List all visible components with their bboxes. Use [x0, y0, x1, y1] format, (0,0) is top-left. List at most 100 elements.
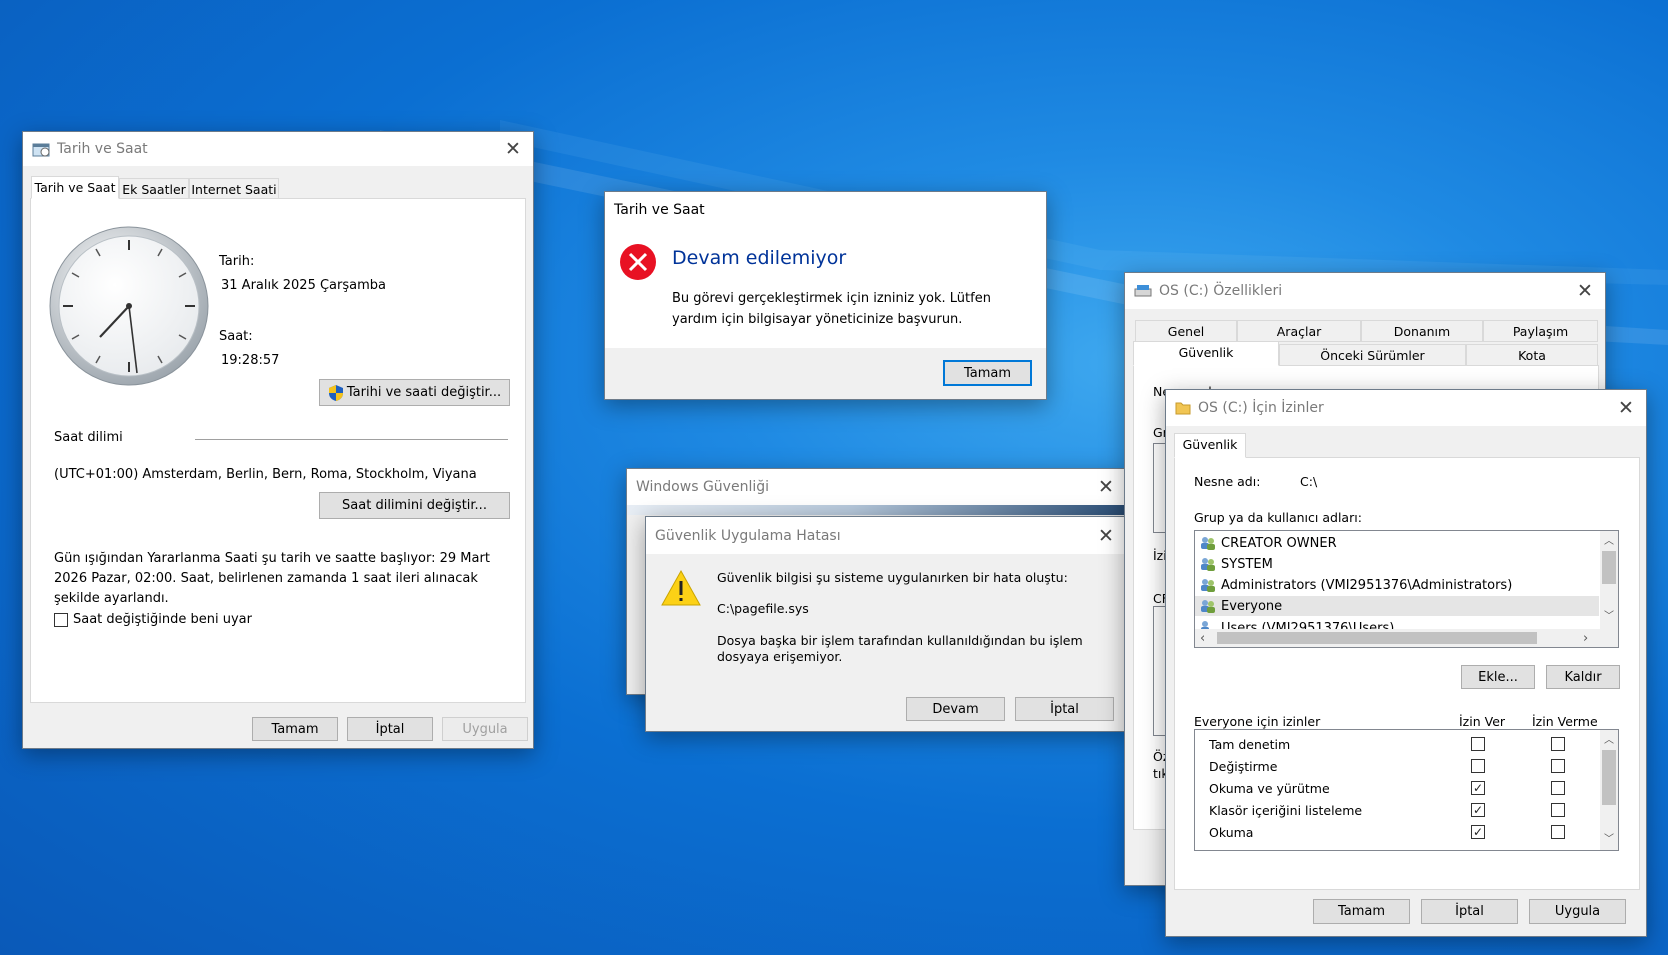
tab-tools[interactable]: Araçlar	[1237, 320, 1361, 342]
object-name-label: Nesne adı:	[1194, 474, 1261, 489]
deny-checkbox[interactable]	[1551, 759, 1565, 773]
permissions-cancel-button[interactable]: İptal	[1421, 899, 1518, 924]
error-message-line1: Bu görevi gerçekleştirmek için izniniz y…	[672, 291, 991, 306]
notify-checkbox-label: Saat değiştiğinde beni uyar	[73, 612, 252, 627]
permissions-ok-button[interactable]: Tamam	[1313, 899, 1410, 924]
tab-security-permissions[interactable]: Güvenlik	[1174, 433, 1246, 458]
dst-info-line1: Gün ışığından Yararlanma Saati şu tarih …	[54, 551, 490, 566]
permission-list-vscrollbar[interactable]: ︿ ﹀	[1600, 730, 1618, 850]
tab-additional-clocks[interactable]: Ek Saatler	[119, 178, 189, 199]
timezone-value: (UTC+01:00) Amsterdam, Berlin, Bern, Rom…	[54, 467, 477, 482]
scroll-left-icon[interactable]: ‹	[1200, 631, 1205, 646]
tab-sharing[interactable]: Paylaşım	[1483, 320, 1598, 342]
analog-clock-icon	[49, 226, 209, 386]
deny-column-header: İzin Verme	[1532, 714, 1598, 729]
notify-checkbox[interactable]	[54, 613, 68, 627]
datetime-tab-panel: Tarih: 31 Aralık 2025 Çarşamba Saat: 19:…	[30, 198, 526, 703]
scroll-up-icon[interactable]: ︿	[1604, 731, 1614, 746]
allow-column-header: İzin Ver	[1459, 714, 1506, 729]
scroll-down-icon[interactable]: ﹀	[1604, 830, 1614, 845]
list-item-selected[interactable]: Everyone	[1195, 596, 1599, 616]
windows-security-titlebar: Windows Güvenliği ✕	[627, 469, 1126, 505]
table-row: Klasör içeriğini listeleme ✓	[1195, 800, 1595, 820]
add-button[interactable]: Ekle...	[1461, 665, 1535, 689]
scroll-thumb[interactable]	[1602, 551, 1616, 584]
table-row: Tam denetim	[1195, 734, 1595, 754]
deny-checkbox[interactable]	[1551, 737, 1565, 751]
permissions-apply-button[interactable]: Uygula	[1529, 899, 1626, 924]
tab-previous-versions[interactable]: Önceki Sürümler	[1279, 344, 1466, 366]
apply-button[interactable]: Uygula	[442, 717, 528, 741]
security-error-title: Güvenlik Uygulama Hatası	[655, 527, 841, 544]
uac-shield-icon	[328, 384, 343, 401]
user-list[interactable]: CREATOR OWNER SYSTEM Administrators (VMI…	[1194, 530, 1619, 648]
list-item[interactable]: Administrators (VMI2951376\Administrator…	[1199, 575, 1512, 595]
permission-name: Klasör içeriğini listeleme	[1209, 803, 1363, 818]
hscroll-thumb[interactable]	[1217, 632, 1537, 644]
error-ok-button[interactable]: Tamam	[943, 360, 1032, 386]
scroll-thumb[interactable]	[1602, 750, 1616, 805]
drive-properties-titlebar: OS (C:) Özellikleri ✕	[1125, 273, 1605, 309]
change-datetime-button[interactable]: Tarihi ve saati değiştir...	[319, 379, 510, 406]
security-error-titlebar: Güvenlik Uygulama Hatası ✕	[646, 517, 1126, 554]
permission-name: Değiştirme	[1209, 759, 1278, 774]
scroll-down-icon[interactable]: ﹀	[1604, 607, 1614, 622]
list-item[interactable]: SYSTEM	[1199, 554, 1273, 574]
deny-checkbox[interactable]	[1551, 781, 1565, 795]
allow-checkbox[interactable]	[1471, 737, 1485, 751]
close-icon[interactable]: ✕	[1086, 517, 1126, 554]
user-name: CREATOR OWNER	[1221, 535, 1337, 551]
deny-checkbox[interactable]	[1551, 803, 1565, 817]
remove-button[interactable]: Kaldır	[1546, 665, 1620, 689]
cancel-button[interactable]: İptal	[347, 717, 433, 741]
tab-internet-time[interactable]: Internet Saati	[189, 178, 279, 199]
list-item[interactable]: Users (VMI2951376\Users)	[1199, 617, 1394, 629]
close-icon[interactable]: ✕	[493, 132, 533, 166]
close-icon[interactable]: ✕	[1606, 390, 1646, 426]
tab-hardware[interactable]: Donanım	[1361, 320, 1483, 342]
date-label: Tarih:	[219, 254, 255, 269]
tab-date-time[interactable]: Tarih ve Saat	[31, 176, 119, 199]
security-error-line3: dosyaya erişemiyor.	[717, 649, 843, 664]
security-error-line2: Dosya başka bir işlem tarafından kullanı…	[717, 633, 1083, 648]
windows-security-banner	[627, 505, 1126, 515]
datetime-titlebar: Tarih ve Saat ✕	[23, 132, 533, 166]
permissions-window: OS (C:) İçin İzinler ✕ Güvenlik Nesne ad…	[1165, 389, 1647, 937]
scroll-right-icon[interactable]: ›	[1583, 631, 1588, 646]
table-row: Değiştirme	[1195, 756, 1595, 776]
allow-checkbox[interactable]: ✓	[1471, 781, 1485, 795]
user-name: Administrators (VMI2951376\Administrator…	[1221, 577, 1513, 593]
user-list-hscrollbar[interactable]: ‹ ›	[1195, 629, 1618, 647]
user-name: Everyone	[1221, 598, 1283, 614]
continue-button[interactable]: Devam	[906, 697, 1005, 721]
permissions-title: OS (C:) İçin İzinler	[1198, 400, 1324, 416]
tab-general[interactable]: Genel	[1135, 320, 1237, 342]
object-name-value: C:\	[1300, 474, 1318, 489]
scroll-up-icon[interactable]: ︿	[1604, 532, 1614, 547]
user-list-vscrollbar[interactable]: ︿ ﹀	[1600, 531, 1618, 629]
deny-checkbox[interactable]	[1551, 825, 1565, 839]
security-error-line1: Güvenlik bilgisi şu sisteme uygulanırken…	[717, 570, 1068, 585]
ok-button[interactable]: Tamam	[252, 717, 338, 741]
time-value: 19:28:57	[221, 353, 280, 368]
list-item[interactable]: CREATOR OWNER	[1199, 533, 1337, 553]
table-row: Okuma ve yürütme ✓	[1195, 778, 1595, 798]
allow-checkbox[interactable]	[1471, 759, 1485, 773]
timezone-heading: Saat dilimi	[54, 430, 123, 445]
permission-name: Tam denetim	[1209, 737, 1291, 752]
close-icon[interactable]: ✕	[1565, 273, 1605, 309]
change-timezone-button[interactable]: Saat dilimini değiştir...	[319, 492, 510, 519]
error-dialog-title: Tarih ve Saat	[614, 202, 705, 218]
permissions-panel: Nesne adı: C:\ Grup ya da kullanıcı adla…	[1174, 457, 1640, 890]
allow-checkbox[interactable]: ✓	[1471, 803, 1485, 817]
user-group-icon	[1201, 558, 1215, 571]
time-label: Saat:	[219, 329, 253, 344]
user-group-icon	[1201, 600, 1215, 613]
allow-checkbox[interactable]: ✓	[1471, 825, 1485, 839]
security-error-file: C:\pagefile.sys	[717, 601, 809, 616]
security-cancel-button[interactable]: İptal	[1015, 697, 1114, 721]
close-icon[interactable]: ✕	[1086, 469, 1126, 505]
tab-quota[interactable]: Kota	[1466, 344, 1598, 366]
permission-name: Okuma ve yürütme	[1209, 781, 1330, 796]
tab-security[interactable]: Güvenlik	[1133, 341, 1279, 366]
